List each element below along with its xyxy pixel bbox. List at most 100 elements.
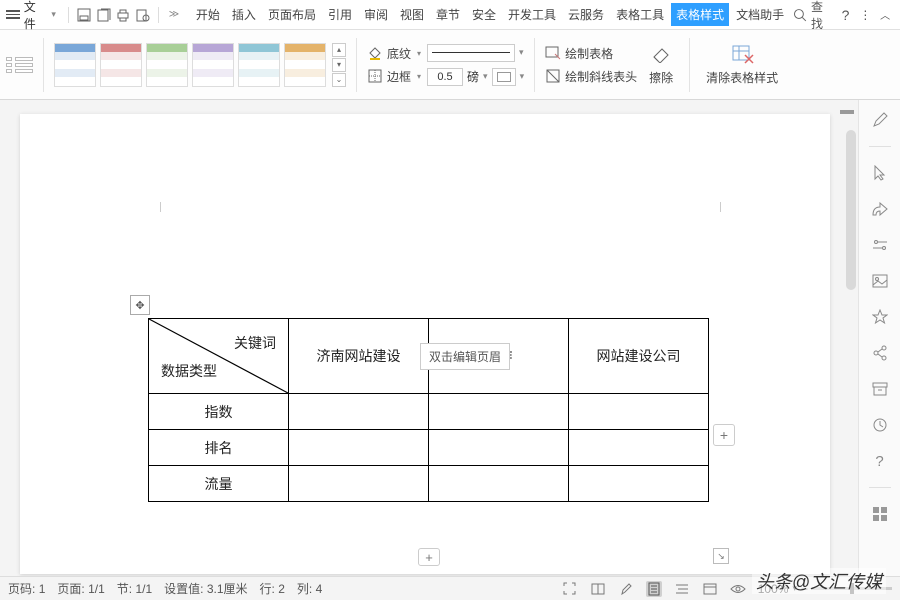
side-toolbar: ? bbox=[858, 100, 900, 576]
row-label: 流量 bbox=[205, 476, 233, 492]
style-swatch[interactable] bbox=[54, 43, 96, 87]
row-label-cell[interactable]: 指数 bbox=[149, 394, 289, 430]
chevron-down-icon: ▾ bbox=[417, 49, 421, 58]
tab-review[interactable]: 审阅 bbox=[359, 3, 393, 26]
header-cell[interactable]: 网站建设公司 bbox=[569, 319, 709, 394]
tab-dev-tools[interactable]: 开发工具 bbox=[503, 3, 561, 26]
page-view-icon[interactable] bbox=[646, 581, 662, 597]
chevron-down-icon[interactable]: ▾ bbox=[520, 71, 525, 82]
star-icon[interactable] bbox=[870, 307, 890, 327]
gallery-more-icon[interactable]: ⌄ bbox=[332, 73, 346, 87]
history-icon[interactable] bbox=[870, 415, 890, 435]
diagonal-header-cell[interactable]: 关键词 数据类型 bbox=[149, 319, 289, 394]
add-row-button[interactable]: + bbox=[418, 548, 440, 566]
search-button[interactable]: 查找 bbox=[793, 0, 835, 32]
style-swatch[interactable] bbox=[284, 43, 326, 87]
border-weight-value[interactable]: 0.5 bbox=[427, 68, 463, 86]
diag-top-label: 关键词 bbox=[234, 333, 276, 353]
search-icon bbox=[793, 8, 807, 22]
table-resize-handle[interactable]: ↘ bbox=[713, 548, 729, 564]
eye-icon[interactable] bbox=[730, 581, 746, 597]
tab-table-tools[interactable]: 表格工具 bbox=[611, 3, 669, 26]
border-button[interactable]: 边框▾ bbox=[367, 68, 421, 85]
draw-table-label: 绘制表格 bbox=[565, 45, 613, 62]
apps-icon[interactable] bbox=[870, 504, 890, 524]
web-view-icon[interactable] bbox=[702, 581, 718, 597]
reading-view-icon[interactable] bbox=[590, 581, 606, 597]
paint-bucket-icon bbox=[367, 46, 383, 60]
cursor-icon[interactable] bbox=[870, 163, 890, 183]
shape-icon[interactable] bbox=[870, 199, 890, 219]
data-cell[interactable] bbox=[569, 466, 709, 502]
collapse-ribbon-icon[interactable]: ︿ bbox=[876, 6, 894, 24]
find-icon[interactable] bbox=[134, 6, 152, 24]
gallery-up-icon[interactable]: ▴ bbox=[332, 43, 346, 57]
draw-table-button[interactable]: 绘制表格 bbox=[545, 45, 637, 62]
file-menu[interactable]: 文件 ▾ bbox=[6, 0, 56, 32]
row-label-cell[interactable]: 流量 bbox=[149, 466, 289, 502]
style-swatch[interactable] bbox=[146, 43, 188, 87]
tab-start[interactable]: 开始 bbox=[191, 3, 225, 26]
table-style-options[interactable] bbox=[6, 57, 33, 73]
tab-security[interactable]: 安全 bbox=[467, 3, 501, 26]
fullscreen-icon[interactable] bbox=[562, 581, 578, 597]
tab-view[interactable]: 视图 bbox=[395, 3, 429, 26]
clear-style-label: 清除表格样式 bbox=[706, 69, 778, 86]
tab-cloud[interactable]: 云服务 bbox=[563, 3, 609, 26]
chevron-down-icon[interactable]: ▾ bbox=[483, 71, 488, 82]
data-cell[interactable] bbox=[429, 394, 569, 430]
tab-insert[interactable]: 插入 bbox=[227, 3, 261, 26]
tab-references[interactable]: 引用 bbox=[323, 3, 357, 26]
vertical-scrollbar[interactable] bbox=[846, 130, 856, 290]
outline-view-icon[interactable] bbox=[674, 581, 690, 597]
shading-button[interactable]: 底纹▾ bbox=[367, 45, 421, 62]
pencil-icon[interactable] bbox=[870, 110, 890, 130]
status-page-of: 页面: 1/1 bbox=[57, 580, 104, 597]
style-swatch[interactable] bbox=[238, 43, 280, 87]
overflow-icon[interactable]: ≫ bbox=[165, 6, 183, 24]
settings-icon[interactable] bbox=[870, 235, 890, 255]
draw-diagonal-label: 绘制斜线表头 bbox=[565, 68, 637, 85]
data-cell[interactable] bbox=[569, 394, 709, 430]
data-cell[interactable] bbox=[289, 394, 429, 430]
tab-page-layout[interactable]: 页面布局 bbox=[263, 3, 321, 26]
header-text: 网站建设公司 bbox=[597, 348, 681, 364]
border-color[interactable] bbox=[492, 68, 516, 86]
share-icon[interactable] bbox=[870, 343, 890, 363]
help-icon[interactable]: ? bbox=[837, 6, 855, 24]
row-label: 指数 bbox=[205, 404, 233, 420]
search-label: 查找 bbox=[811, 0, 835, 32]
draw-diagonal-button[interactable]: 绘制斜线表头 bbox=[545, 68, 637, 85]
gallery-arrows: ▴ ▾ ⌄ bbox=[332, 43, 346, 87]
tab-table-style[interactable]: 表格样式 bbox=[671, 3, 729, 26]
gallery-down-icon[interactable]: ▾ bbox=[332, 58, 346, 72]
image-icon[interactable] bbox=[870, 271, 890, 291]
border-label: 边框 bbox=[387, 68, 411, 85]
archive-icon[interactable] bbox=[870, 379, 890, 399]
data-cell[interactable] bbox=[429, 466, 569, 502]
add-column-button[interactable]: + bbox=[713, 424, 735, 446]
collapse-page-icon[interactable] bbox=[840, 110, 854, 118]
help-side-icon[interactable]: ? bbox=[870, 451, 890, 471]
data-cell[interactable] bbox=[569, 430, 709, 466]
edit-mode-icon[interactable] bbox=[618, 581, 634, 597]
header-cell[interactable]: 济南网站建设 bbox=[289, 319, 429, 394]
save-icon[interactable] bbox=[75, 6, 93, 24]
style-swatch[interactable] bbox=[192, 43, 234, 87]
eraser-button[interactable]: 擦除 bbox=[643, 41, 679, 88]
data-cell[interactable] bbox=[289, 466, 429, 502]
row-label-cell[interactable]: 排名 bbox=[149, 430, 289, 466]
tab-section[interactable]: 章节 bbox=[431, 3, 465, 26]
more-icon[interactable]: ⋮ bbox=[856, 6, 874, 24]
separator bbox=[43, 38, 44, 92]
table-move-handle[interactable]: ✥ bbox=[130, 295, 150, 315]
style-swatch[interactable] bbox=[100, 43, 142, 87]
status-setval: 设置值: 3.1厘米 bbox=[164, 580, 247, 597]
data-cell[interactable] bbox=[289, 430, 429, 466]
border-line-style[interactable] bbox=[427, 44, 515, 62]
print-preview-icon[interactable] bbox=[95, 6, 113, 24]
print-icon[interactable] bbox=[115, 6, 133, 24]
clear-style-button[interactable]: 清除表格样式 bbox=[700, 41, 784, 88]
tab-doc-assistant[interactable]: 文档助手 bbox=[731, 3, 789, 26]
data-cell[interactable] bbox=[429, 430, 569, 466]
